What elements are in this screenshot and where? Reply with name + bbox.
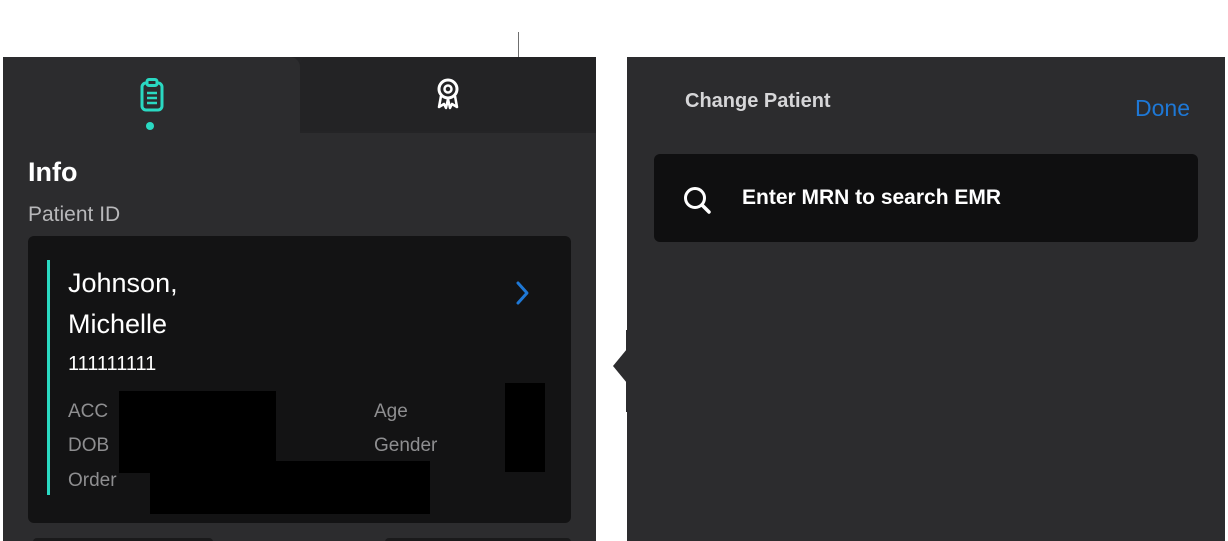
panel-gap (596, 57, 627, 541)
tab-bar (3, 57, 596, 133)
acc-label: ACC (68, 401, 109, 422)
card-accent-bar (47, 260, 50, 495)
age-label: Age (374, 401, 408, 422)
redacted-age-gender (505, 383, 545, 472)
chevron-right-icon[interactable] (510, 278, 534, 308)
patient-card[interactable]: Johnson, Michelle 111111111 ACC DOB Orde… (28, 236, 571, 523)
award-ribbon-icon (437, 78, 459, 110)
search-bar[interactable] (654, 154, 1198, 242)
order-label: Order (68, 470, 117, 491)
done-button[interactable]: Done (1135, 95, 1190, 122)
change-patient-popover: Change Patient Done (627, 57, 1225, 541)
search-icon (684, 187, 711, 214)
redacted-acc-dob (119, 391, 276, 461)
active-tab-indicator (146, 122, 154, 130)
clipboard-icon (140, 78, 163, 112)
mrn-search-input[interactable] (742, 154, 1182, 242)
patient-name: Johnson, Michelle (68, 268, 178, 339)
popover-title: Change Patient (685, 90, 831, 112)
dob-label: DOB (68, 435, 110, 456)
tab-info[interactable] (3, 57, 300, 133)
patient-info-panel: Info Patient ID Johnson, Michelle 111111… (3, 57, 596, 541)
gender-label: Gender (374, 435, 438, 456)
info-heading: Info (28, 157, 78, 187)
tab-award[interactable] (300, 57, 596, 131)
popover-arrow (613, 349, 627, 383)
patient-mrn: 111111111 (68, 353, 157, 375)
patient-id-label: Patient ID (28, 203, 121, 226)
redacted-order (150, 461, 430, 514)
